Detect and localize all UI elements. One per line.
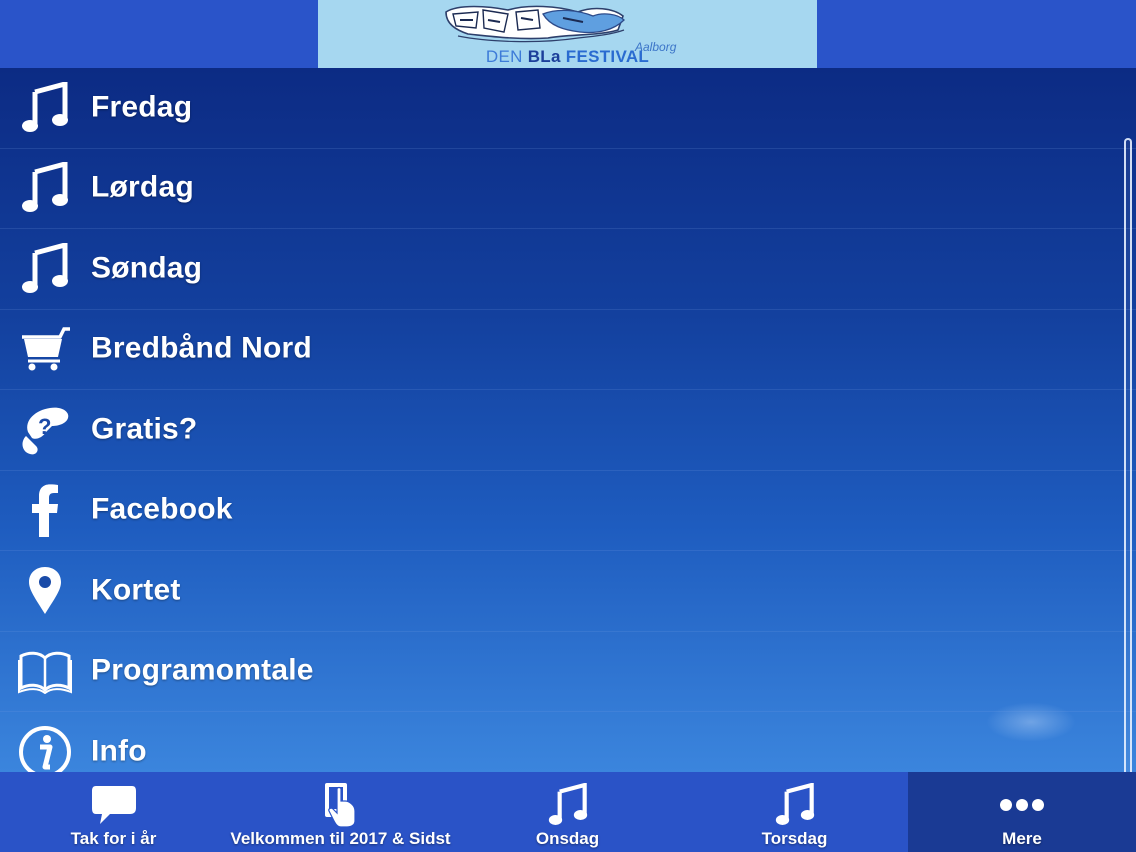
- tab-mere[interactable]: Mere: [908, 772, 1136, 852]
- logo-word-festival: FESTIVAL: [565, 47, 650, 66]
- menu-list: Fredag Lørdag Søndag Bredbånd Nord ? Gra…: [0, 68, 1136, 772]
- map-pin-icon: [16, 563, 74, 619]
- tab-velkommen[interactable]: Velkommen til 2017 & Sidst: [227, 772, 454, 852]
- menu-item-fredag[interactable]: Fredag: [0, 68, 1136, 149]
- tab-label: Tak for i år: [70, 829, 157, 848]
- menu-item-label: Facebook: [91, 492, 233, 526]
- tab-label: Velkommen til 2017 & Sidst: [230, 829, 451, 848]
- tab-torsdag[interactable]: Torsdag: [681, 772, 908, 852]
- menu-item-sondag[interactable]: Søndag: [0, 229, 1136, 310]
- music-note-icon: [16, 241, 74, 297]
- logo-sketch-icon: [445, 5, 625, 43]
- logo-title: DEN BLa FESTIVAL: [318, 46, 817, 68]
- menu-item-label: Programomtale: [91, 653, 314, 687]
- festival-logo: Aalborg DEN BLa FESTIVAL: [318, 0, 817, 68]
- tab-tak-for-i-aar[interactable]: Tak for i år: [0, 772, 227, 852]
- menu-item-label: Søndag: [91, 251, 203, 285]
- menu-item-bredband-nord[interactable]: Bredbånd Nord: [0, 310, 1136, 390]
- facebook-icon: [16, 482, 74, 538]
- bottom-tab-bar: Tak for i år Velkommen til 2017 & Sidst: [0, 772, 1136, 852]
- menu-item-kortet[interactable]: Kortet: [0, 551, 1136, 632]
- menu-item-gratis[interactable]: ? Gratis?: [0, 390, 1136, 471]
- app-header: Aalborg DEN BLa FESTIVAL: [0, 0, 1136, 68]
- menu-item-lordag[interactable]: Lørdag: [0, 149, 1136, 229]
- shopping-cart-icon: [16, 321, 74, 377]
- menu-panel: Fredag Lørdag Søndag Bredbånd Nord ? Gra…: [0, 68, 1136, 772]
- menu-item-facebook[interactable]: Facebook: [0, 471, 1136, 551]
- menu-item-label: Kortet: [91, 573, 181, 607]
- app-window: Aalborg DEN BLa FESTIVAL Fredag Lørdag S…: [0, 0, 1136, 852]
- menu-item-label: Gratis?: [91, 412, 198, 446]
- logo-word-den: DEN: [485, 47, 523, 66]
- menu-item-label: Bredbånd Nord: [91, 331, 312, 365]
- tab-onsdag[interactable]: Onsdag: [454, 772, 681, 852]
- more-dots-icon: [996, 782, 1048, 828]
- logo-word-bla: BLa: [527, 47, 561, 66]
- tap-phone-icon: [315, 782, 367, 828]
- speech-bubble-icon: [88, 782, 140, 828]
- tab-label: Mere: [1002, 829, 1042, 848]
- svg-text:?: ?: [38, 414, 51, 439]
- scrollbar[interactable]: [1124, 138, 1132, 772]
- book-icon: [16, 643, 74, 699]
- music-note-icon: [542, 782, 594, 828]
- music-note-icon: [769, 782, 821, 828]
- menu-item-label: Fredag: [91, 90, 193, 124]
- info-icon: [16, 724, 74, 772]
- tab-label: Onsdag: [535, 829, 600, 848]
- menu-item-programomtale[interactable]: Programomtale: [0, 632, 1136, 712]
- music-note-icon: [16, 160, 74, 216]
- tab-label: Torsdag: [761, 829, 828, 848]
- menu-item-label: Lørdag: [91, 170, 194, 204]
- menu-item-label: Info: [91, 734, 147, 768]
- hand-question-icon: ?: [16, 402, 74, 458]
- menu-item-info[interactable]: Info: [0, 712, 1136, 772]
- music-note-icon: [16, 80, 74, 136]
